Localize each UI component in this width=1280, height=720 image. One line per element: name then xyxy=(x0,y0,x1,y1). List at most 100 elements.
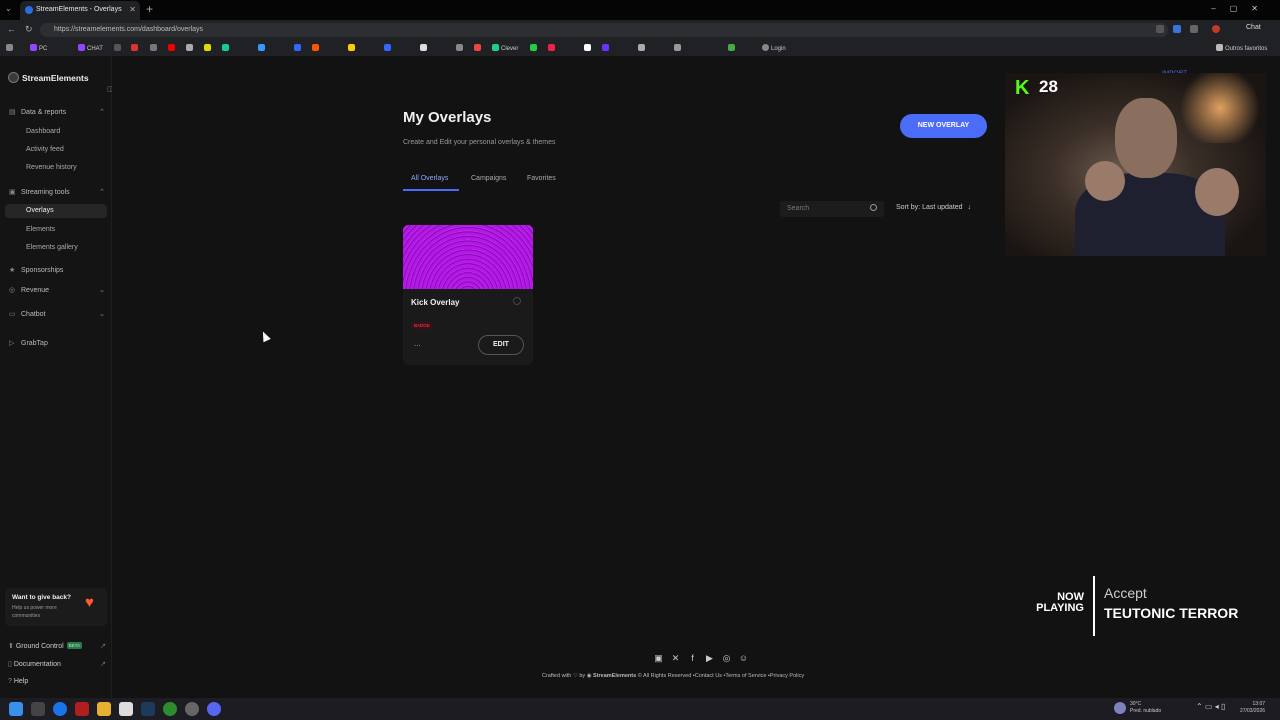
chevron-up-icon: ⌃ xyxy=(99,109,105,116)
star-icon: ★ xyxy=(9,267,16,274)
edit-button[interactable]: EDIT xyxy=(478,335,524,355)
bookmark-icon[interactable] xyxy=(384,44,393,52)
xbox-taskbar-icon[interactable] xyxy=(163,702,177,716)
sidebar-item-revenue-history[interactable]: Revenue history xyxy=(26,164,77,171)
bookmark-icon[interactable] xyxy=(186,44,195,52)
browser-taskbar-icon[interactable] xyxy=(53,702,67,716)
bookmark-icon[interactable] xyxy=(456,44,465,52)
x-icon[interactable]: ✕ xyxy=(667,653,684,664)
sidebar-item-overlays[interactable]: Overlays xyxy=(5,204,107,218)
bookmark-icon[interactable] xyxy=(312,44,321,52)
bookmark-icon[interactable] xyxy=(168,44,177,52)
instagram-icon[interactable]: ◎ xyxy=(718,653,735,664)
more-options-button[interactable]: ... xyxy=(414,339,421,348)
bookmark-icon[interactable] xyxy=(584,44,593,52)
overlay-thumbnail[interactable] xyxy=(403,225,533,289)
new-overlay-button[interactable]: NEW OVERLAY xyxy=(900,114,987,138)
star-icon[interactable] xyxy=(1156,25,1164,33)
search-input[interactable]: Search xyxy=(780,201,884,217)
tab-favorites[interactable]: Favorites xyxy=(527,175,556,182)
bookmark-icon[interactable] xyxy=(348,44,357,52)
bookmark-pc[interactable]: PC xyxy=(30,44,47,52)
extension-icon[interactable] xyxy=(1173,25,1181,33)
app-taskbar-icon[interactable] xyxy=(185,702,199,716)
bookmark-icon[interactable] xyxy=(728,44,737,52)
doc-icon: ▯ xyxy=(8,661,12,668)
sort-dropdown[interactable]: Sort by: Last updated ↓ xyxy=(896,204,971,211)
app-taskbar-icon[interactable] xyxy=(75,702,89,716)
overlay-card[interactable]: Kick Overlay BADGE ... EDIT xyxy=(403,225,533,365)
chat-button[interactable]: Chat xyxy=(1246,24,1261,31)
bookmark-icon[interactable] xyxy=(548,44,557,52)
sidebar-section-streaming-tools[interactable]: ▣ Streaming tools ⌃ xyxy=(9,188,107,196)
terms-link[interactable]: Terms of Service xyxy=(725,673,766,679)
clock-time: 13:07 xyxy=(1252,701,1266,707)
sidebar-section-revenue[interactable]: ◎ Revenue ⌄ xyxy=(9,286,107,294)
bookmark-apps-icon[interactable] xyxy=(6,44,15,52)
task-view-icon[interactable] xyxy=(31,702,45,716)
bookmark-icon[interactable] xyxy=(674,44,683,52)
sidebar-item-activity-feed[interactable]: Activity feed xyxy=(26,146,64,153)
start-icon[interactable] xyxy=(9,702,23,716)
sidebar-section-grabtap[interactable]: ▷ GrabTap xyxy=(9,339,107,347)
now-playing-title: TEUTONIC TERROR xyxy=(1104,605,1239,621)
bookmark-icon[interactable] xyxy=(420,44,429,52)
youtube-icon[interactable]: ▶ xyxy=(701,653,718,664)
weather-widget[interactable]: 30°C Pred. nublado xyxy=(1130,701,1161,715)
chat-bubble-icon: ▭ xyxy=(9,311,16,318)
bookmark-icon[interactable] xyxy=(294,44,303,52)
bookmark-icon[interactable] xyxy=(131,44,140,52)
sidebar-section-data-reports[interactable]: ▤ Data & reports ⌃ xyxy=(9,108,107,116)
sidebar-item-dashboard[interactable]: Dashboard xyxy=(26,128,60,135)
clock[interactable]: 13:07 27/03/2026 xyxy=(1240,701,1265,715)
close-tab-icon[interactable]: ✕ xyxy=(129,5,136,14)
bookmark-icon[interactable] xyxy=(602,44,611,52)
brand-logo[interactable]: StreamElements xyxy=(8,72,89,83)
give-back-card[interactable]: Want to give back? Help us power more co… xyxy=(5,588,107,626)
twitch-icon[interactable]: ▣ xyxy=(650,653,667,664)
bookmark-login[interactable]: Login xyxy=(762,44,786,52)
bookmark-icon[interactable] xyxy=(150,44,159,52)
sidebar-section-sponsorships[interactable]: ★ Sponsorships xyxy=(9,266,107,274)
tab-all-overlays[interactable]: All Overlays xyxy=(411,175,448,182)
bookmark-icon[interactable] xyxy=(258,44,267,52)
back-icon[interactable]: ← xyxy=(7,24,16,34)
discord-taskbar-icon[interactable] xyxy=(207,702,221,716)
bookmark-icon[interactable] xyxy=(204,44,213,52)
bookmark-clever[interactable]: Clever xyxy=(492,44,518,52)
new-tab-icon[interactable]: + xyxy=(146,2,153,16)
browser-tab[interactable]: StreamElements - Overlays ✕ xyxy=(20,1,140,20)
store-taskbar-icon[interactable] xyxy=(119,702,133,716)
sidebar-item-help[interactable]: ? Help xyxy=(8,678,108,685)
tray-icons[interactable]: ⌃ ▭ ◂ ▯ xyxy=(1196,703,1225,711)
facebook-icon[interactable]: f xyxy=(684,653,701,663)
contact-us-link[interactable]: Contact Us xyxy=(695,673,722,679)
streamer-head xyxy=(1115,98,1177,178)
bookmark-icon[interactable] xyxy=(114,44,123,52)
tab-campaigns[interactable]: Campaigns xyxy=(471,175,506,182)
sidebar-section-chatbot[interactable]: ▭ Chatbot ⌄ xyxy=(9,310,107,318)
url-bar[interactable]: https://streamelements.com/dashboard/ove… xyxy=(40,23,1168,37)
sidebar-item-elements-gallery[interactable]: Elements gallery xyxy=(26,244,78,251)
privacy-link[interactable]: Privacy Policy xyxy=(770,673,804,679)
sidebar-item-ground-control[interactable]: ⬆ Ground Control BETA ↗ xyxy=(8,642,108,650)
bookmark-icon[interactable] xyxy=(474,44,483,52)
folder-taskbar-icon[interactable] xyxy=(97,702,111,716)
tools-icon: ▣ xyxy=(9,189,16,196)
sidebar-item-documentation[interactable]: ▯ Documentation ↗ xyxy=(8,660,108,668)
tab-search-icon[interactable]: ⌄ xyxy=(5,4,12,13)
bookmark-icon[interactable] xyxy=(530,44,539,52)
sidebar-item-elements[interactable]: Elements xyxy=(26,226,55,233)
bookmark-folder-other[interactable]: Outros favoritos xyxy=(1216,44,1267,52)
bookmark-icon[interactable] xyxy=(222,44,231,52)
bookmark-icon[interactable] xyxy=(638,44,647,52)
steam-taskbar-icon[interactable] xyxy=(141,702,155,716)
avatar[interactable] xyxy=(1212,25,1220,33)
chevron-down-icon: ⌄ xyxy=(99,311,105,318)
reload-icon[interactable]: ↻ xyxy=(25,24,33,35)
bookmark-chat[interactable]: CHAT xyxy=(78,44,103,52)
settings-icon[interactable] xyxy=(1190,25,1198,33)
window-controls[interactable]: –▢✕ xyxy=(1211,4,1272,13)
play-icon: ▷ xyxy=(9,340,15,347)
discord-icon[interactable]: ☺ xyxy=(735,653,752,663)
